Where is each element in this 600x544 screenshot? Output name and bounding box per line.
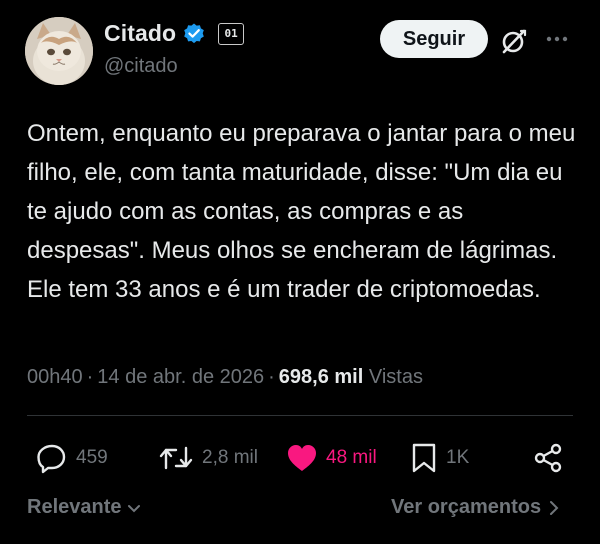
like-count: 48 mil xyxy=(326,447,377,468)
views-label: Vistas xyxy=(368,366,423,388)
bookmark-count: 1K xyxy=(446,447,470,468)
chevron-right-icon xyxy=(550,500,559,515)
author-name-row: Citado 01 xyxy=(104,20,245,47)
author-display-name[interactable]: Citado xyxy=(104,20,176,47)
reply-button[interactable]: 459 xyxy=(36,440,108,476)
repost-button[interactable]: 2,8 mil xyxy=(158,440,258,476)
heart-icon xyxy=(288,445,316,471)
post-time[interactable]: 00h40 xyxy=(27,366,83,388)
view-budgets-link[interactable]: Ver orçamentos xyxy=(391,496,561,519)
follow-button[interactable]: Seguir xyxy=(380,20,488,58)
reply-icon xyxy=(37,444,66,474)
post-text: Ontem, enquanto eu preparava o jantar pa… xyxy=(27,120,576,303)
grok-icon[interactable] xyxy=(499,26,529,56)
chevron-down-icon xyxy=(127,504,140,512)
reply-count: 459 xyxy=(76,447,108,468)
repost-count: 2,8 mil xyxy=(202,447,258,468)
budget-label: Ver orçamentos xyxy=(391,496,542,518)
like-button[interactable]: 48 mil xyxy=(286,440,377,476)
views-count: 698,6 mil xyxy=(278,366,364,388)
sort-label: Relevante xyxy=(27,496,122,518)
share-button[interactable] xyxy=(532,440,564,476)
verified-badge-icon xyxy=(182,22,206,46)
share-icon xyxy=(534,443,562,473)
post-meta: 00h40 · 14 de abr. de 2026 · 698,6 mil Vista… xyxy=(27,366,423,388)
bookmark-button[interactable]: 1K xyxy=(410,440,469,476)
affiliate-badge[interactable]: 01 xyxy=(218,22,245,45)
sort-dropdown[interactable]: Relevante xyxy=(27,496,142,519)
post-card: Citado 01 @citado Seguir Ontem, enquanto… xyxy=(0,0,600,544)
bookmark-icon xyxy=(412,443,436,473)
post-date[interactable]: 14 de abr. de 2026 xyxy=(97,366,264,388)
repost-icon xyxy=(159,446,193,470)
avatar[interactable] xyxy=(25,17,93,85)
cat-avatar-icon xyxy=(25,17,93,85)
author-handle[interactable]: @citado xyxy=(104,55,178,78)
divider xyxy=(27,415,573,416)
more-icon[interactable] xyxy=(542,24,572,54)
